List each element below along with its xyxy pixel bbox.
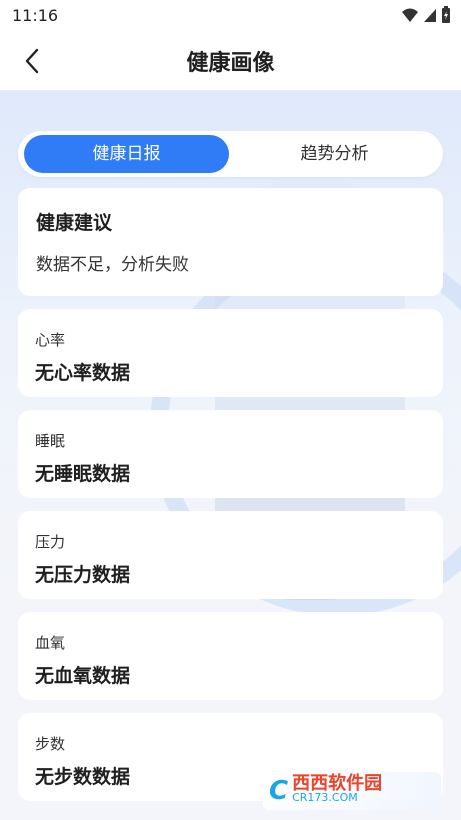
tab-daily-report[interactable]: 健康日报 — [24, 135, 229, 173]
health-advice-card: 健康建议 数据不足，分析失败 — [18, 188, 443, 296]
metric-label: 压力 — [35, 533, 66, 551]
advice-title: 健康建议 — [36, 212, 113, 234]
advice-text: 数据不足，分析失败 — [36, 255, 189, 275]
title-bar: 健康画像 — [0, 32, 461, 90]
watermark: C 西西软件园 CR173.COM — [263, 772, 441, 810]
metric-value: 无步数数据 — [35, 766, 131, 788]
metric-label: 睡眠 — [35, 432, 66, 450]
watermark-logo-icon: C — [269, 776, 289, 806]
tab-trend-analysis[interactable]: 趋势分析 — [232, 135, 437, 173]
wifi-icon — [402, 8, 418, 22]
status-time: 11:16 — [12, 6, 59, 25]
signal-icon — [424, 9, 436, 22]
metric-value: 无压力数据 — [35, 564, 131, 586]
metric-label: 步数 — [35, 735, 66, 753]
metric-value: 无血氧数据 — [35, 665, 131, 687]
page-title: 健康画像 — [186, 51, 275, 76]
system-icons — [401, 6, 451, 24]
metric-value: 无睡眠数据 — [35, 463, 131, 485]
sleep-card[interactable]: 睡眠 无睡眠数据 — [18, 410, 443, 498]
blood-oxygen-card[interactable]: 血氧 无血氧数据 — [18, 612, 443, 700]
metric-label: 血氧 — [35, 634, 66, 652]
status-bar: 11:16 — [0, 0, 461, 32]
metric-value: 无心率数据 — [35, 362, 131, 384]
tab-bar: 健康日报 趋势分析 — [18, 131, 443, 177]
heart-rate-card[interactable]: 心率 无心率数据 — [18, 309, 443, 397]
battery-icon — [442, 6, 450, 23]
watermark-brand: 西西软件园 — [292, 773, 383, 794]
watermark-domain: CR173.COM — [292, 791, 358, 804]
stress-card[interactable]: 压力 无压力数据 — [18, 511, 443, 599]
metric-label: 心率 — [35, 331, 66, 349]
